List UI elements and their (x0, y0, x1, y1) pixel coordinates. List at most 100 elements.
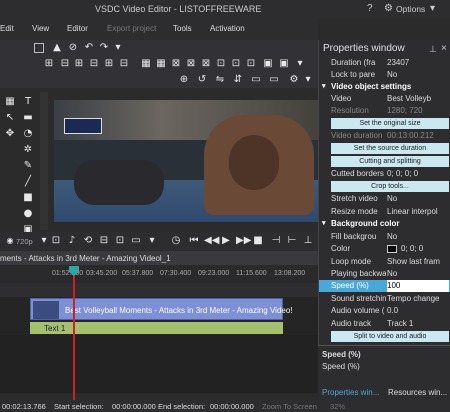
grid-icon[interactable]: ▦ (4, 96, 16, 108)
color-swatch[interactable] (387, 245, 397, 253)
snapshot-icon[interactable]: ⊡ (50, 235, 62, 247)
stop-icon[interactable]: ■ (252, 235, 264, 247)
layer-up-icon[interactable]: ▲ (51, 42, 63, 54)
menu-editor[interactable]: Editor (67, 24, 88, 33)
chevron-down-icon[interactable]: ▾ (430, 3, 435, 14)
timeline-tab[interactable]: ments - Attacks in 3rd Meter - Amazing V… (0, 254, 171, 263)
prop-speed[interactable]: Speed (%) 100 (319, 280, 450, 292)
fit-icon[interactable]: ⊡ (114, 235, 126, 247)
size-icon[interactable]: ⊡ (215, 58, 227, 70)
menu-export-project[interactable]: Export project (107, 24, 156, 33)
play-icon[interactable]: ▶ (220, 235, 232, 247)
flip-icon[interactable]: ⇵ (232, 74, 244, 86)
forward-icon[interactable]: ▶▶ (236, 235, 251, 247)
cursor-icon[interactable]: ↖ (4, 112, 16, 124)
video-preview[interactable] (54, 100, 320, 222)
set-source-duration-button[interactable]: Set the source duration (331, 143, 449, 154)
chevron-down-icon[interactable]: ▾ (112, 42, 124, 54)
help-icon[interactable]: ? (367, 3, 373, 14)
rectangle-icon[interactable]: ■ (22, 192, 34, 204)
playhead-line[interactable] (73, 266, 75, 400)
layout-icon[interactable]: ▭ (268, 74, 280, 86)
cut-icon[interactable]: ⊢ (286, 235, 298, 247)
menu-view[interactable]: View (32, 24, 49, 33)
pin-icon[interactable]: ⊥ (429, 44, 437, 55)
volume-icon[interactable]: ♪ (66, 235, 78, 247)
pen-icon[interactable]: ✎ (22, 160, 34, 172)
grid-icon[interactable]: ▦ (155, 58, 167, 70)
subtitle-icon[interactable]: ▬ (22, 112, 34, 124)
split-video-audio-button[interactable]: Split to video and audio (331, 331, 449, 342)
redo-icon[interactable]: ↷ (98, 42, 110, 54)
crop-tools-button[interactable]: Crop tools... (331, 181, 449, 192)
loop-icon[interactable]: ⟲ (82, 235, 94, 247)
chevron-down-icon[interactable]: ▾ (294, 58, 306, 70)
select-tool-icon[interactable] (34, 43, 44, 53)
ellipse-icon[interactable]: ● (22, 208, 34, 220)
prop-cutted-borders[interactable]: Cutted borders 0; 0; 0; 0 (319, 168, 450, 180)
stretch-icon[interactable]: ⊟ (98, 235, 110, 247)
prop-audio-volume[interactable]: Audio volume (0.0 (319, 305, 450, 317)
prop-color[interactable]: Color 0; 0; 0 (319, 243, 450, 255)
tab-resources-window[interactable]: Resources win... (388, 388, 447, 397)
video-clip[interactable]: Best Volleyball Moments - Attacks in 3rd… (30, 298, 293, 320)
text-icon[interactable]: T (22, 96, 34, 108)
menu-edit[interactable]: Edit (0, 24, 14, 33)
close-icon[interactable]: × (441, 43, 447, 54)
set-original-size-button[interactable]: Set the original size (331, 118, 449, 129)
menu-tools[interactable]: Tools (173, 24, 192, 33)
stop-icon[interactable]: ⊘ (67, 42, 79, 54)
speed-input[interactable]: 100 (387, 281, 449, 290)
move-icon[interactable]: ✥ (4, 128, 16, 140)
rewind-icon[interactable]: ◀◀ (204, 235, 219, 247)
align-right-icon[interactable]: ⊞ (73, 58, 85, 70)
clock-icon[interactable]: ◷ (170, 235, 182, 247)
section-video-object-settings[interactable]: ▾ Video object settings (319, 81, 450, 93)
chat-icon[interactable]: ◔ (22, 128, 34, 140)
zoom-value[interactable]: 32% (330, 402, 345, 411)
tab-properties-window[interactable]: Properties win... (322, 388, 379, 397)
distribute-icon[interactable]: ⊠ (200, 58, 212, 70)
options-button[interactable]: Options (396, 4, 425, 14)
go-start-icon[interactable]: ⏮ (188, 235, 200, 247)
prop-video[interactable]: Video Best Volleyb (319, 93, 450, 105)
chevron-down-icon[interactable]: ▾ (302, 74, 314, 86)
spin-icon[interactable]: ✲ (22, 144, 34, 156)
split-icon[interactable]: ⊥ (302, 235, 314, 247)
undo-icon[interactable]: ↶ (83, 42, 95, 54)
layout-icon[interactable]: ▭ (250, 74, 262, 86)
prop-loop-mode[interactable]: Loop mode Show last fram (319, 256, 450, 268)
prop-stretch-video[interactable]: Stretch video No (319, 193, 450, 205)
gear-icon[interactable]: ⚙ (288, 74, 300, 86)
align-left-icon[interactable]: ⊞ (43, 58, 55, 70)
split-icon[interactable]: ⊣ (270, 235, 282, 247)
cutting-splitting-button[interactable]: Cutting and splitting (331, 156, 449, 167)
prop-duration[interactable]: Duration (fra 23407 (319, 57, 450, 69)
prop-fill-background[interactable]: Fill backgrou No (319, 231, 450, 243)
chevron-down-icon[interactable]: ▾ (146, 235, 158, 247)
zoom-icon[interactable]: ⊕ (178, 74, 190, 86)
prop-sound-stretching[interactable]: Sound stretchin Tempo change (319, 293, 450, 305)
align-bottom-icon[interactable]: ⊟ (118, 58, 130, 70)
dock-icon[interactable]: ▣ (278, 58, 290, 70)
prop-resize-mode[interactable]: Resize mode Linear interpol (319, 206, 450, 218)
text-clip[interactable]: Text 1 (30, 322, 283, 334)
layout-icon[interactable]: ▭ (130, 235, 142, 247)
size-icon[interactable]: ⊡ (230, 58, 242, 70)
prop-audio-track[interactable]: Audio track Track 1 (319, 318, 450, 330)
align-middle-icon[interactable]: ⊞ (103, 58, 115, 70)
line-icon[interactable]: ╱ (22, 176, 34, 188)
align-top-icon[interactable]: ⊟ (88, 58, 100, 70)
flip-icon[interactable]: ⇋ (214, 74, 226, 86)
menu-activation[interactable]: Activation (210, 24, 245, 33)
timeline-ruler[interactable]: 01:52.200 03:45.200 05:37.800 07:30.400 … (0, 265, 318, 283)
dock-icon[interactable]: ▣ (262, 58, 274, 70)
prop-lock-to-parent[interactable]: Lock to pare No (319, 69, 450, 81)
align-center-icon[interactable]: ⊟ (59, 58, 71, 70)
rotate-icon[interactable]: ↺ (196, 74, 208, 86)
size-icon[interactable]: ⊡ (245, 58, 257, 70)
eye-icon[interactable]: ◉ (4, 235, 16, 247)
section-background-color[interactable]: ▾ Background color (319, 218, 450, 230)
gear-icon[interactable]: ⚙ (384, 3, 393, 14)
preview-resolution[interactable]: 720p (16, 237, 33, 246)
